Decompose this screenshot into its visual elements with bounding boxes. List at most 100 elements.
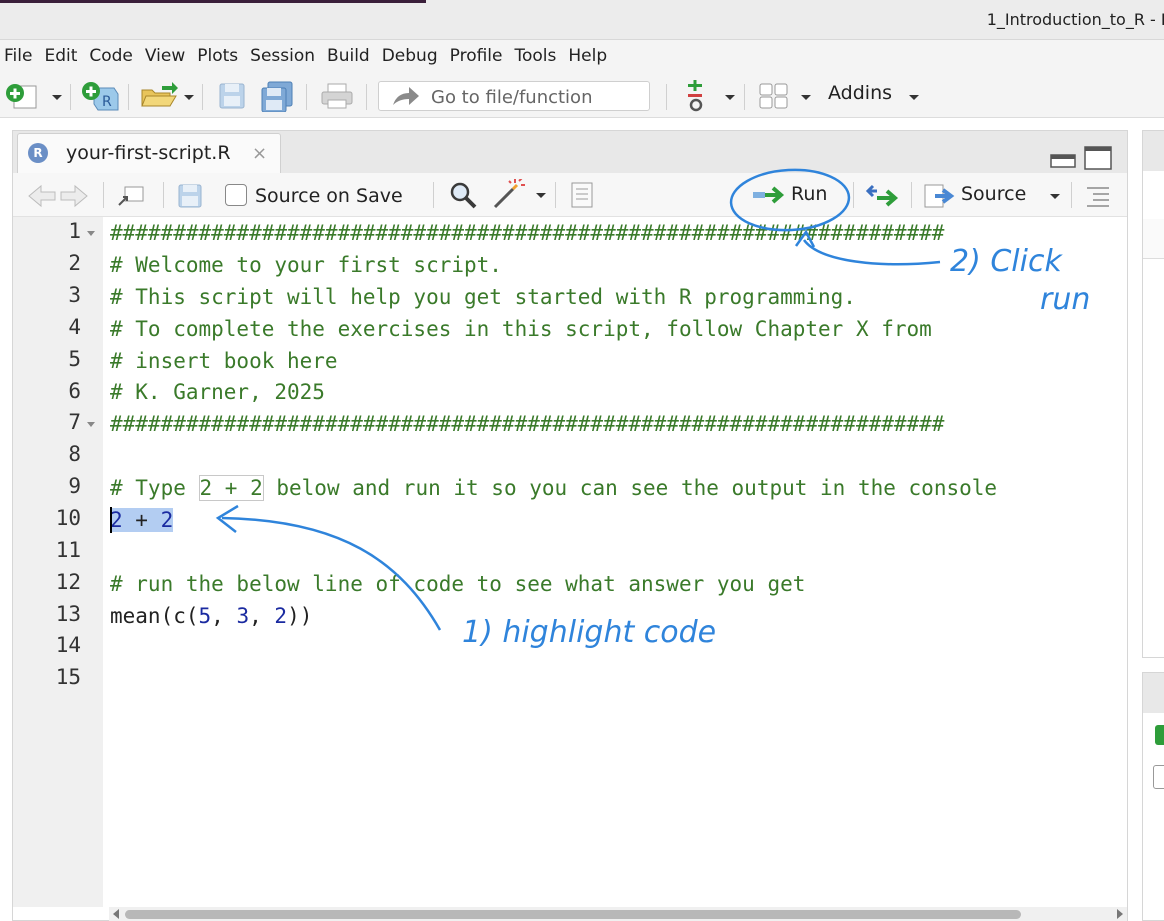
editor-save-icon[interactable] [177,183,205,209]
menu-bar: File Edit Code View Plots Session Build … [0,40,1164,72]
back-forward-icons [28,184,88,208]
menu-session[interactable]: Session [250,46,315,66]
r-file-icon: R [28,143,48,163]
code-number: 5 [198,604,212,628]
code-editor[interactable]: ########################################… [110,217,1126,907]
code-number: 3 [236,604,250,628]
toolbar-divider [70,84,71,110]
editor-toolbar-divider [163,182,164,208]
document-outline-icon[interactable] [1085,184,1113,208]
open-file-dropdown-icon[interactable] [184,95,194,100]
horizontal-scrollbar[interactable] [109,907,1127,921]
line-number: 8 [68,442,81,466]
select-all-checkbox[interactable] [1153,765,1164,789]
line-number: 7 [68,410,81,434]
code-function: mean(c( [110,604,199,628]
scrollbar-thumb[interactable] [125,910,1021,919]
tab-file-name: your-first-script.R [66,142,231,164]
show-in-window-icon[interactable] [117,183,147,209]
find-replace-icon[interactable] [449,181,479,209]
code-line: # insert book here [110,349,338,373]
menu-build[interactable]: Build [327,46,370,66]
toolbar-divider [202,84,203,110]
line-number: 2 [68,251,81,275]
toolbar-divider [128,84,129,110]
open-file-button[interactable] [140,82,180,114]
code-tools-wand-icon[interactable] [491,179,525,209]
code-line: # Welcome to your first script. [110,253,502,277]
tab-close-icon[interactable]: × [252,143,267,164]
new-folder-icon[interactable] [1155,725,1164,745]
line-number: 5 [68,347,81,371]
version-control-button[interactable] [684,80,712,116]
menu-tools[interactable]: Tools [514,46,556,66]
pane-tab-row [1143,673,1164,713]
new-project-button[interactable]: R [80,80,120,116]
tab-your-first-script[interactable]: R your-first-script.R × [17,133,281,173]
pane-window-controls [1049,145,1113,175]
menu-edit[interactable]: Edit [44,46,77,66]
scroll-right-icon[interactable] [1115,908,1125,920]
print-button[interactable] [320,82,354,114]
line-number: 9 [68,474,81,498]
menu-help[interactable]: Help [568,46,607,66]
toolbar-divider [744,84,745,110]
print-icon [321,83,353,109]
line-number: 1 [68,219,81,243]
menu-view[interactable]: View [145,46,185,66]
line-number: 3 [68,283,81,307]
code-text: below and run it so you can see the outp… [263,476,998,500]
version-control-dropdown-icon[interactable] [725,95,735,100]
line-number-gutter: 1 2 3 4 5 6 7 8 9 10 11 12 13 14 15 [13,217,103,907]
run-button[interactable] [751,181,787,213]
source-on-save-checkbox[interactable] [225,184,247,206]
line-number: 15 [55,665,81,689]
toolbar-divider [366,84,367,110]
run-button-label[interactable]: Run [791,183,827,205]
title-bar-accent [0,0,426,3]
go-to-file-placeholder: Go to file/function [431,87,593,108]
code-text: # Type [110,476,199,500]
menu-code[interactable]: Code [89,46,133,66]
save-icon [219,83,245,109]
menu-debug[interactable]: Debug [382,46,438,66]
code-line: ########################################… [110,412,945,436]
fold-arrow-icon[interactable] [87,422,95,427]
menu-profile[interactable]: Profile [450,46,503,66]
pane-layout-button[interactable] [758,82,790,114]
save-all-button[interactable] [260,80,296,116]
rerun-icon[interactable] [865,183,903,209]
menu-plots[interactable]: Plots [197,46,238,66]
scroll-left-icon[interactable] [111,908,121,920]
line-number: 12 [55,570,81,594]
go-to-file-input[interactable]: Go to file/function [378,81,650,111]
go-to-arrow-icon [393,87,419,105]
code-line: mean(c(5, 3, 2)) [110,600,312,632]
addins-menu[interactable]: Addins [828,82,892,104]
code-tools-dropdown-icon[interactable] [536,193,546,198]
pane-window-controls-icons [1050,146,1112,170]
inline-code-box: 2 + 2 [198,475,264,501]
fold-arrow-icon[interactable] [87,231,95,236]
new-file-button[interactable] [4,82,40,114]
environment-pane-partial [1142,130,1164,658]
code-line: # This script will help you get started … [110,285,856,309]
source-dropdown-icon[interactable] [1050,194,1060,199]
source-editor-pane: R your-first-script.R × Source on Save R… [12,130,1128,921]
line-number: 14 [55,633,81,657]
menu-file[interactable]: File [4,46,32,66]
source-button-label[interactable]: Source [961,183,1026,205]
pane-toolbar [1143,219,1164,259]
compile-report-icon[interactable] [569,181,597,209]
back-arrow-icon[interactable] [28,184,56,208]
forward-arrow-icon[interactable] [60,184,88,208]
save-button[interactable] [218,82,248,114]
code-line: # To complete the exercises in this scri… [110,317,932,341]
source-file-icon[interactable] [921,181,957,209]
pane-layout-dropdown-icon[interactable] [801,95,811,100]
addins-dropdown-icon[interactable] [909,95,919,100]
editor-toolbar-divider [103,182,104,208]
folder-open-icon [141,82,178,107]
save-all-icon [261,81,293,113]
new-file-dropdown-icon[interactable] [52,95,62,100]
